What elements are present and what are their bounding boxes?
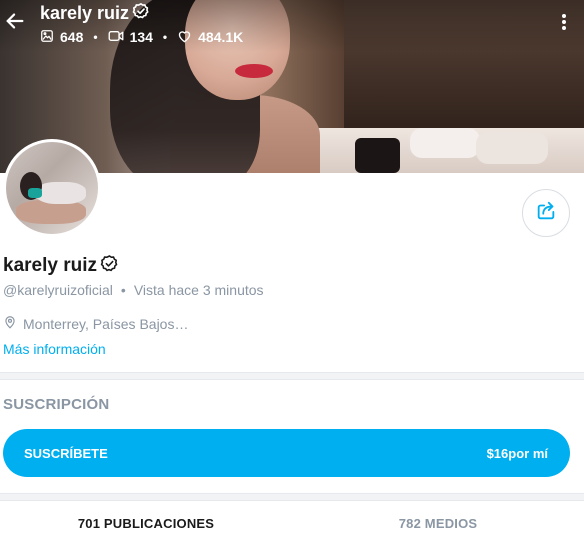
username: @karelyruizoficial <box>3 282 113 298</box>
subscription-title: SUSCRIPCIÓN <box>3 396 110 413</box>
stat-separator: • <box>93 30 98 44</box>
location-text: Monterrey, Países Bajos… <box>23 315 189 332</box>
tab-posts[interactable]: 701 PUBLICACIONES <box>0 503 292 544</box>
photos-count: 648 <box>60 29 84 45</box>
verified-icon <box>132 2 150 25</box>
back-arrow-icon[interactable] <box>4 10 26 32</box>
share-icon <box>535 200 557 227</box>
tab-media[interactable]: 782 MEDIOS <box>292 503 584 544</box>
share-button[interactable] <box>522 189 570 237</box>
header-stats: 648 • 134 • 484.1K <box>40 27 243 47</box>
subscribe-button[interactable]: SUSCRÍBETE $16por mí <box>3 429 570 477</box>
image-icon <box>40 29 54 46</box>
meta-separator: • <box>120 282 126 298</box>
verified-icon <box>100 254 119 278</box>
location: Monterrey, Países Bajos… <box>3 315 188 332</box>
more-options-icon[interactable] <box>556 12 572 32</box>
video-icon <box>108 29 124 46</box>
header-title: karely ruiz <box>40 2 243 24</box>
avatar-image <box>6 142 98 234</box>
section-divider <box>0 493 584 501</box>
stat-likes: 484.1K <box>177 29 243 46</box>
section-divider <box>0 372 584 380</box>
avatar[interactable] <box>3 139 101 237</box>
profile-meta: @karelyruizoficial • Vista hace 3 minuto… <box>3 282 264 298</box>
stat-videos: 134 <box>108 29 153 46</box>
subscribe-label: SUSCRÍBETE <box>24 445 108 461</box>
more-info-link[interactable]: Más información <box>3 341 106 357</box>
videos-count: 134 <box>129 29 153 45</box>
heart-icon <box>177 29 192 46</box>
likes-count: 484.1K <box>198 29 244 45</box>
profile-name-row: karely ruiz <box>3 254 119 278</box>
stat-separator: • <box>162 30 168 44</box>
header-name: karely ruiz <box>40 2 130 23</box>
last-seen: Vista hace 3 minutos <box>133 282 264 298</box>
header-info: karely ruiz 648 • 134 • 484.1K <box>40 2 243 47</box>
location-pin-icon <box>3 315 17 332</box>
stat-photos: 648 <box>40 29 83 46</box>
subscribe-price: $16por mí <box>486 445 548 461</box>
profile-tabs: 701 PUBLICACIONES 782 MEDIOS <box>0 503 584 544</box>
profile-name: karely ruiz <box>3 255 97 276</box>
